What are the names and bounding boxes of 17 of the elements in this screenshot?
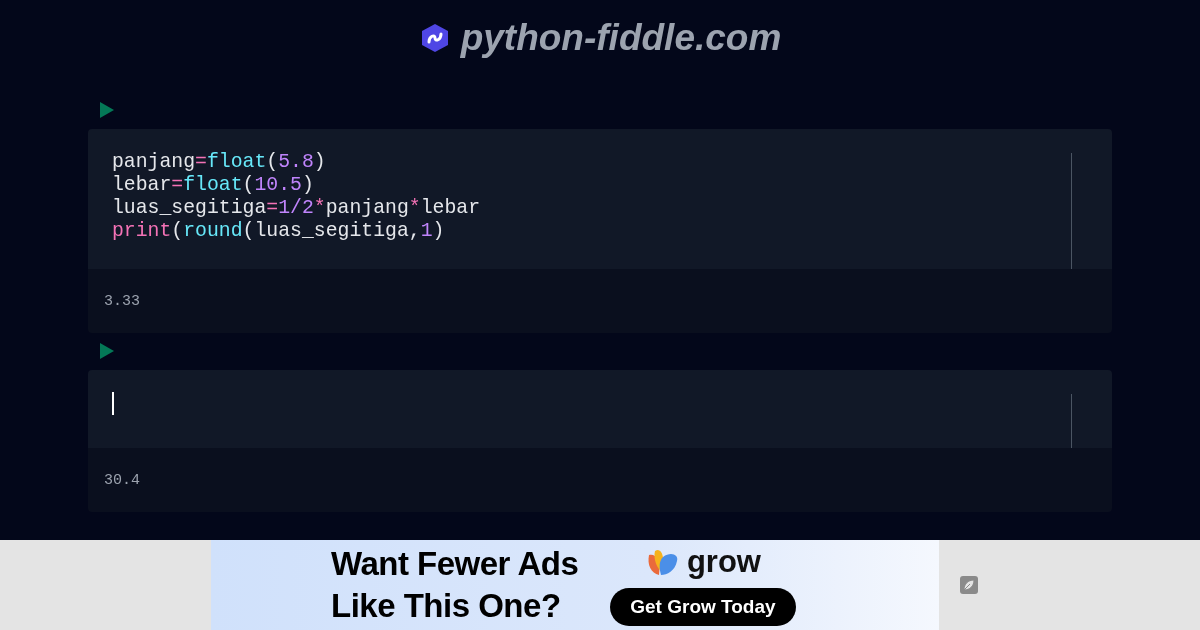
code-line: print(round(luas_segitiga,1) [112, 220, 446, 243]
ad-banner[interactable]: Want Fewer Ads Like This One? grow Get Grow Today [211, 540, 939, 630]
leaf-icon[interactable] [960, 576, 978, 594]
ad-headline: Like This One? [331, 586, 562, 626]
play-icon[interactable] [100, 102, 114, 118]
output-text: 3.33 [104, 292, 140, 310]
site-title[interactable]: python-fiddle.com [460, 17, 782, 59]
cta-button[interactable]: Get Grow Today [610, 588, 796, 626]
code-line: panjang=float(5.8) [112, 151, 327, 174]
text-cursor [112, 392, 114, 415]
code-editor[interactable]: panjang=float(5.8) lebar=float(10.5) luas_segitiga=1/2*panjang*lebar print(round(luas_segitiga,1) [88, 129, 1112, 269]
code-line: lebar=float(10.5) [112, 174, 315, 197]
play-icon[interactable] [100, 343, 114, 359]
ad-headline: Want Fewer Ads [331, 544, 579, 584]
code-line: luas_segitiga=1/2*panjang*lebar [112, 197, 482, 220]
brand-name: grow [686, 544, 761, 580]
output-text: 30.4 [104, 471, 140, 489]
